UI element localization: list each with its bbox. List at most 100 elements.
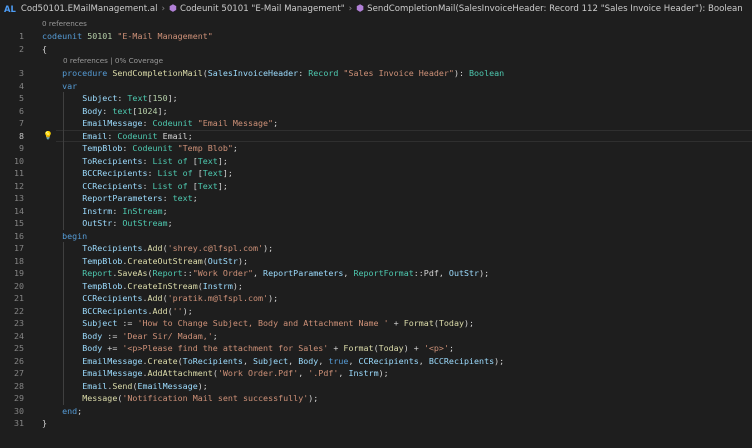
code-token: ): bbox=[453, 68, 470, 78]
code-line[interactable]: Body += '<p>Please find the attachment f… bbox=[42, 342, 454, 355]
code-token: BCCRecipients bbox=[82, 305, 148, 316]
code-line[interactable]: TempBlob.CreateInStream(Instrm); bbox=[42, 280, 243, 293]
code-token: CreateInStream bbox=[127, 280, 198, 291]
code-token: ); bbox=[378, 368, 389, 378]
code-line[interactable]: OutStr: OutStream; bbox=[42, 217, 172, 230]
code-token: : bbox=[117, 93, 128, 103]
code-line[interactable]: EmailMessage.AddAttachment('Work Order.P… bbox=[42, 367, 389, 380]
chevron-right-icon: › bbox=[348, 4, 353, 14]
code-line[interactable]: { bbox=[42, 43, 47, 56]
code-line[interactable]: BCCRecipients.Add(''); bbox=[42, 305, 193, 318]
code-line[interactable]: end; bbox=[42, 405, 82, 418]
code-token: Subject bbox=[82, 93, 118, 103]
codelens-coverage[interactable]: 0 references | 0% Coverage bbox=[63, 55, 163, 67]
code-line[interactable]: EmailMessage: Codeunit "Email Message"; bbox=[42, 117, 278, 130]
breadcrumb-procedure-label: SendCompletionMail(SalesInvoiceHeader: R… bbox=[367, 4, 743, 14]
code-line[interactable]: var bbox=[42, 80, 77, 93]
code-token: AddAttachment bbox=[147, 368, 213, 378]
code-token: CCRecipients bbox=[82, 180, 143, 191]
code-line[interactable]: Report.SaveAs(Report::"Work Order", Repo… bbox=[42, 267, 489, 280]
code-line[interactable]: Subject := 'How to Change Subject, Body … bbox=[42, 317, 474, 330]
line-number: 25 bbox=[14, 343, 24, 353]
line-number: 26 bbox=[14, 355, 24, 366]
code-token: 'Work Order.Pdf' bbox=[217, 368, 299, 378]
code-token: := bbox=[117, 318, 138, 328]
code-line[interactable]: BCCRecipients: List of [Text]; bbox=[42, 167, 233, 180]
code-token: : bbox=[112, 205, 123, 216]
code-token: , bbox=[343, 268, 354, 278]
breadcrumb-file[interactable]: AL Cod50101.EMailManagement.al bbox=[4, 4, 158, 14]
code-line[interactable]: ToRecipients: List of [Text]; bbox=[42, 155, 228, 168]
code-line[interactable]: Subject: Text[150]; bbox=[42, 92, 178, 105]
code-line[interactable]: procedure SendCompletionMail(SalesInvoic… bbox=[42, 67, 504, 80]
code-token: text bbox=[112, 105, 133, 116]
line-number: 23 bbox=[14, 318, 24, 328]
code-token: : bbox=[142, 118, 153, 128]
code-token: "Sales Invoice Header" bbox=[343, 68, 454, 78]
code-token: end bbox=[62, 405, 78, 416]
breadcrumb-codeunit[interactable]: ⬢ Codeunit 50101 "E-Mail Management" bbox=[169, 4, 345, 14]
code-token: OutStr bbox=[82, 218, 113, 228]
code-token: + bbox=[328, 343, 344, 353]
line-number: 6 bbox=[19, 105, 24, 116]
code-token: EmailMessage bbox=[82, 368, 143, 378]
code-editor[interactable]: 0 references 1 2 3 4 5 6 7 8 9 10 11 12 13 14 15 16 17 18… bbox=[0, 18, 752, 448]
code-line[interactable]: Body: text[1024]; bbox=[42, 105, 167, 118]
code-line[interactable]: TempBlob.CreateOutStream(OutStr); bbox=[42, 255, 248, 268]
code-token: Instrm bbox=[348, 368, 379, 378]
code-line[interactable]: TempBlob: Codeunit "Temp Blob"; bbox=[42, 142, 238, 155]
code-token: += bbox=[102, 343, 123, 353]
code-token: true bbox=[328, 355, 349, 366]
code-token: "Work Order" bbox=[192, 268, 253, 278]
code-line[interactable]: Email: Codeunit Email; bbox=[42, 130, 193, 143]
line-number: 19 bbox=[14, 268, 24, 278]
code-token: '<p>Please find the attachment for Sales… bbox=[122, 343, 329, 353]
code-token: ; bbox=[212, 330, 218, 341]
breadcrumb-procedure[interactable]: ⬢ SendCompletionMail(SalesInvoiceHeader:… bbox=[356, 4, 743, 14]
code-line[interactable]: codeunit 50101 "E-Mail Management" bbox=[42, 30, 213, 43]
code-token: Format bbox=[343, 343, 374, 353]
code-line[interactable]: Email.Send(EmailMessage); bbox=[42, 380, 208, 393]
code-token: List of bbox=[157, 168, 198, 178]
code-line[interactable]: ReportParameters: text; bbox=[42, 192, 198, 205]
code-line[interactable]: CCRecipients: List of [Text]; bbox=[42, 180, 228, 193]
line-number: 13 bbox=[14, 193, 24, 203]
code-line[interactable]: begin bbox=[42, 230, 87, 243]
code-line[interactable]: Instrm: InStream; bbox=[42, 205, 167, 218]
code-token: Report bbox=[152, 268, 183, 278]
code-token: '' bbox=[172, 305, 183, 316]
code-token: , bbox=[418, 355, 429, 366]
line-number: 9 bbox=[19, 143, 24, 153]
code-token: TempBlob bbox=[82, 255, 123, 266]
code-token: ]; bbox=[167, 93, 178, 103]
code-token: EmailMessage bbox=[137, 380, 198, 391]
code-token: SalesInvoiceHeader bbox=[207, 68, 299, 78]
code-token: : bbox=[142, 180, 153, 191]
code-line[interactable]: } bbox=[42, 417, 47, 430]
code-line[interactable]: Message('Notification Mail sent successf… bbox=[42, 392, 318, 405]
code-line[interactable]: ToRecipients.Add('shrey.c@lfspl.com'); bbox=[42, 242, 273, 255]
code-token: CCRecipients bbox=[82, 293, 143, 303]
code-line[interactable]: CCRecipients.Add('pratik.m@lfspl.com'); bbox=[42, 292, 278, 305]
code-token: 50101 bbox=[87, 31, 118, 41]
code-token: ); bbox=[494, 355, 505, 366]
code-line[interactable]: Body := 'Dear Sir/ Madam,'; bbox=[42, 330, 218, 343]
code-token: var bbox=[62, 80, 78, 91]
code-line[interactable]: EmailMessage.Create(ToRecipients, Subjec… bbox=[42, 355, 504, 368]
breadcrumb-codeunit-label: Codeunit 50101 "E-Mail Management" bbox=[179, 4, 345, 14]
code-token: , bbox=[318, 355, 329, 366]
code-token: "E-Mail Management" bbox=[117, 31, 213, 41]
code-token: '<p>' bbox=[423, 343, 449, 353]
code-token: Codeunit bbox=[117, 130, 163, 141]
code-token: ReportFormat bbox=[353, 268, 414, 278]
